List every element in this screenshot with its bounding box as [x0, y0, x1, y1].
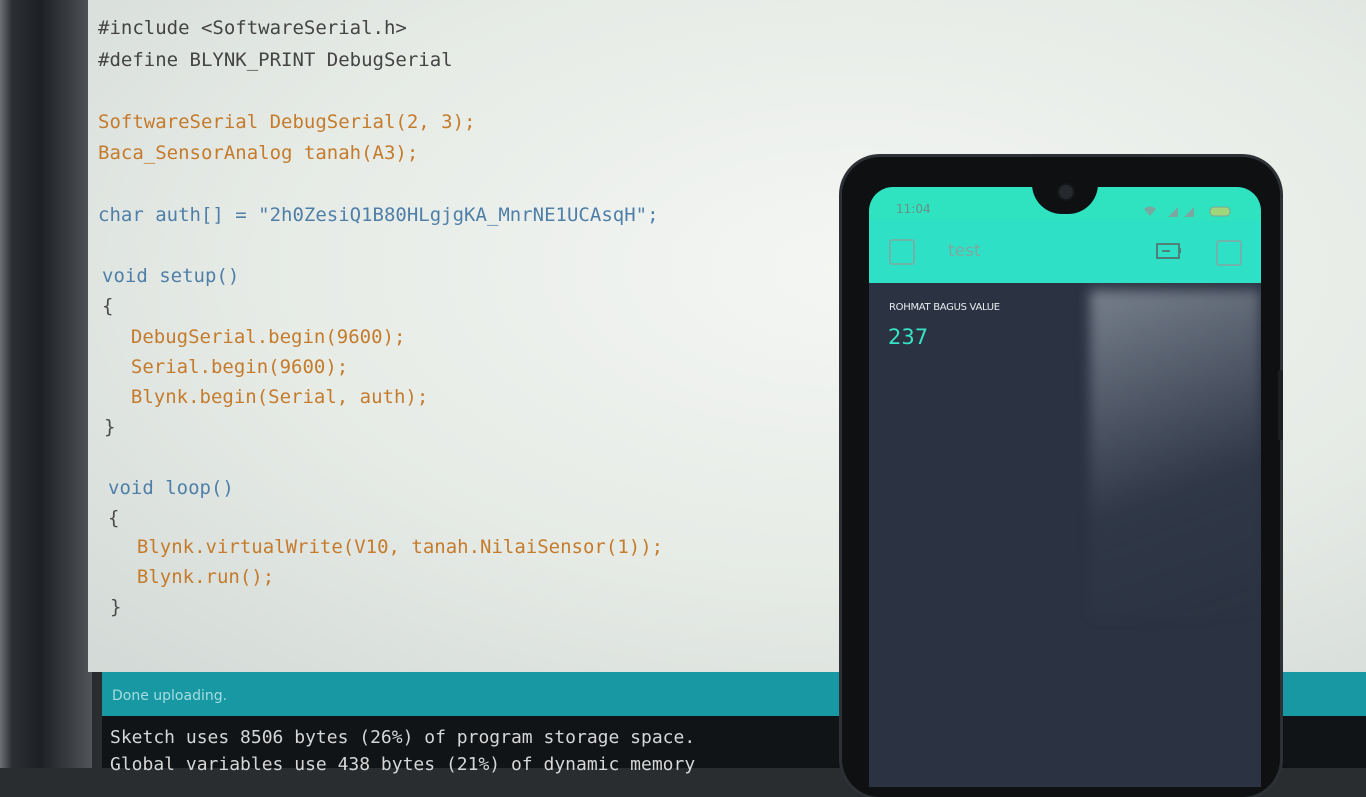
status-icons — [1144, 206, 1231, 217]
phone-side-button[interactable] — [1278, 370, 1283, 440]
battery-icon — [1209, 206, 1231, 217]
code-line: #include <SoftwareSerial.h> — [98, 17, 407, 39]
code-line: char auth[] = "2h0ZesiQ1B80HLgjgKA_MnrNE… — [98, 203, 659, 227]
code-line: DebugSerial.begin(9600); — [108, 326, 406, 348]
code-line: Blynk.virtualWrite(V10, tanah.NilaiSenso… — [114, 536, 664, 558]
value-widget-label[interactable]: ROHMAT BAGUS VALUE — [889, 302, 1000, 313]
device-icon[interactable] — [1156, 241, 1182, 261]
code-line: Serial.begin(9600); — [108, 356, 349, 378]
code-line: SoftwareSerial DebugSerial(2, 3); — [98, 110, 476, 134]
value-widget-reading[interactable]: 237 — [888, 325, 928, 349]
front-camera-icon — [1057, 183, 1075, 201]
console-line: Global variables use 438 bytes (21%) of … — [110, 754, 696, 775]
app-bar — [869, 221, 1261, 283]
code-line: } — [110, 596, 122, 618]
signal-icon — [1168, 207, 1194, 217]
code-line: Baca_SensorAnalog tanah(A3); — [98, 141, 418, 165]
monitor-bezel — [0, 0, 92, 768]
code-line: { — [102, 295, 114, 317]
code-line: #define BLYNK_PRINT DebugSerial — [98, 49, 453, 71]
code-line: void setup() — [102, 265, 240, 287]
menu-icon[interactable] — [889, 239, 915, 265]
code-token: Baca_SensorAnalog tanah(A3); — [98, 142, 419, 164]
project-title: test — [948, 241, 981, 261]
code-token: SoftwareSerial DebugSerial(2, 3); — [98, 111, 476, 133]
code-token: char auth[] = "2h0ZesiQ1B80HLgjgKA_MnrNE… — [98, 204, 659, 226]
code-line: void loop() — [108, 477, 234, 499]
code-line: } — [104, 416, 116, 438]
phone-clock: 11:04 — [896, 202, 931, 216]
code-line: Blynk.run(); — [114, 566, 275, 588]
screen-glare — [1090, 290, 1260, 620]
console-line: Sketch uses 8506 bytes (26%) of program … — [110, 727, 696, 748]
code-line: { — [108, 507, 120, 529]
code-line: Blynk.begin(Serial, auth); — [108, 386, 429, 408]
add-widget-icon[interactable] — [1216, 240, 1242, 266]
upload-status: Done uploading. — [112, 688, 228, 704]
wifi-icon — [1144, 206, 1156, 216]
